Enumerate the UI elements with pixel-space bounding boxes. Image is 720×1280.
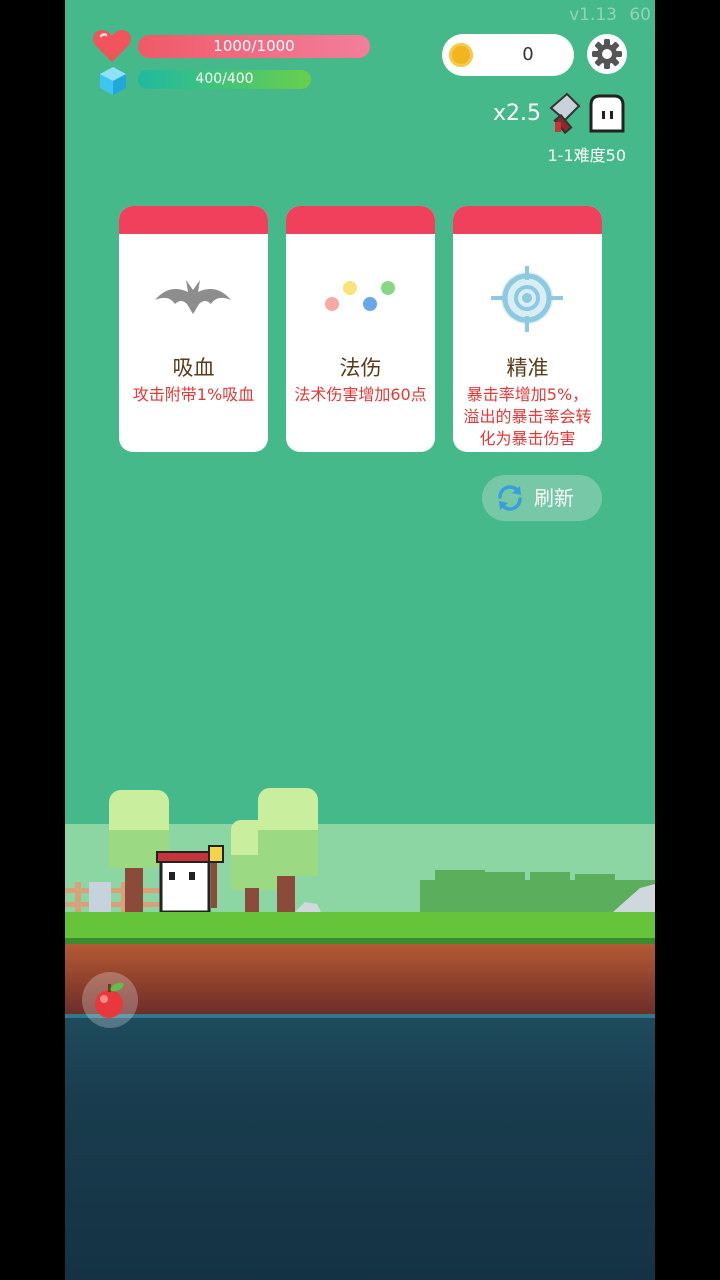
cleaver-weapon-icon: [549, 92, 581, 135]
card-description: 法术伤害增加60点: [294, 385, 427, 404]
upgrade-card-lifesteal[interactable]: 吸血 攻击附带1%吸血: [119, 206, 268, 452]
mp-text: 400/400: [195, 71, 254, 87]
stage-difficulty: 1-1难度50: [547, 146, 627, 165]
water-surface: [65, 1014, 655, 1018]
settings-button[interactable]: [586, 33, 628, 75]
mp-bar: 400/400: [138, 70, 311, 89]
hp-text: 1000/1000: [213, 37, 295, 55]
ghost-icon: [589, 94, 625, 133]
refresh-label: 刷新: [534, 486, 574, 510]
fps-counter: 60: [629, 5, 651, 25]
crosshair-icon: [491, 266, 563, 332]
speed-multiplier[interactable]: x2.5: [493, 101, 541, 126]
mana-gem-icon: [100, 67, 126, 95]
refresh-button[interactable]: 刷新: [482, 475, 602, 521]
upgrade-card-precision[interactable]: 精准 暴击率增加5%，溢出的暴击率会转化为暴击伤害: [453, 206, 602, 452]
coin-value: 0: [522, 44, 534, 65]
refresh-icon: [498, 485, 522, 511]
version-label: v1.13: [569, 5, 617, 25]
card-header: [119, 206, 268, 234]
grass-ground: [65, 912, 655, 944]
card-description: 暴击率增加5%，溢出的暴击率会转化为暴击伤害: [463, 385, 592, 448]
hp-bar: 1000/1000: [138, 35, 370, 58]
upgrade-card-magic-damage[interactable]: 法伤 法术伤害增加60点: [286, 206, 435, 452]
card-title: 吸血: [172, 356, 215, 380]
game-screen: v1.13 60 1000/1000 400/400 0 x2.5 1-1难度5…: [65, 0, 655, 1280]
card-header: [453, 206, 602, 234]
card-title: 法伤: [339, 356, 382, 380]
coin-counter: 0: [442, 34, 574, 76]
card-title: 精准: [506, 356, 549, 380]
apple-potion-button[interactable]: [82, 972, 138, 1028]
card-header: [286, 206, 435, 234]
coin-icon: [449, 43, 473, 67]
bat-icon: [155, 280, 231, 314]
magic-orbs-icon: [325, 281, 395, 311]
dirt-layer: [65, 944, 655, 1014]
apple-icon: [95, 982, 124, 1018]
heart-icon: [93, 30, 131, 62]
scenery: [65, 788, 655, 914]
water-area: [65, 1014, 655, 1280]
card-description: 攻击附带1%吸血: [132, 385, 255, 404]
